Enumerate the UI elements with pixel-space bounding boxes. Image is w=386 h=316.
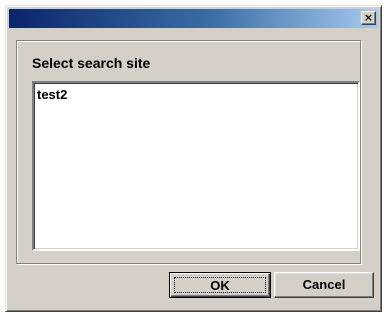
ok-button-label: OK <box>174 277 266 293</box>
group-label: Select search site <box>32 55 151 71</box>
search-site-listbox[interactable]: test2 <box>32 81 360 251</box>
ok-button[interactable]: OK <box>169 272 271 298</box>
title-bar[interactable]: × <box>9 9 378 28</box>
list-item[interactable]: test2 <box>37 87 355 103</box>
close-icon: × <box>363 11 374 24</box>
cancel-button[interactable]: Cancel <box>274 272 374 298</box>
close-button[interactable]: × <box>361 11 376 25</box>
